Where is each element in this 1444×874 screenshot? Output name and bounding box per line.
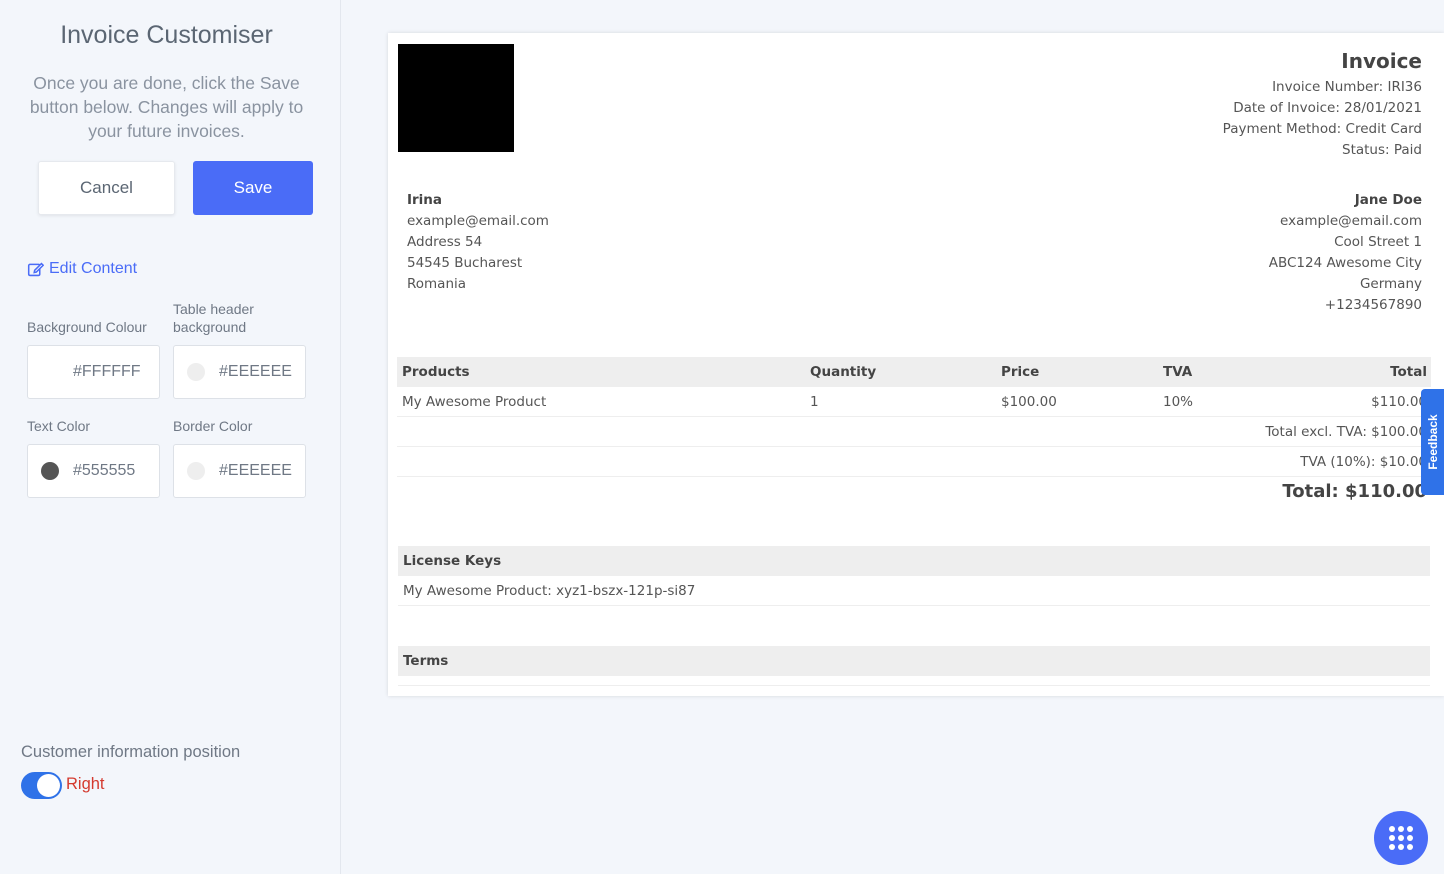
header-quantity: Quantity <box>810 364 877 380</box>
table-header-background-input[interactable]: #EEEEEE <box>173 345 306 399</box>
table-header-background-value: #EEEEEE <box>219 363 292 380</box>
edit-content-link[interactable]: Edit Content <box>27 260 137 278</box>
invoice-status: Status: Paid <box>1342 142 1422 158</box>
buyer-country: Germany <box>1359 276 1422 292</box>
header-total: Total <box>1390 364 1427 380</box>
products-table: Products Quantity Price TVA Total My Awe… <box>397 357 1431 505</box>
cell-quantity: 1 <box>810 393 819 410</box>
total-excl-tva: Total excl. TVA: $100.00 <box>397 417 1431 447</box>
buyer-city: ABC124 Awesome City <box>1268 255 1422 271</box>
table-row: My Awesome Product 1 $100.00 10% $110.00 <box>397 387 1431 417</box>
border-color-value: #EEEEEE <box>219 462 292 479</box>
background-colour-label: Background Colour <box>27 319 147 335</box>
background-colour-swatch <box>41 363 59 381</box>
seller-country: Romania <box>407 276 467 292</box>
sidebar-description: Once you are done, click the Save button… <box>29 73 304 141</box>
grid-dot <box>1398 835 1404 841</box>
cancel-button[interactable]: Cancel <box>38 161 175 215</box>
license-keys-section: License Keys My Awesome Product: xyz1-bs… <box>398 546 1430 606</box>
feedback-tab[interactable]: Feedback <box>1421 389 1444 495</box>
apps-grid-button[interactable] <box>1374 811 1428 865</box>
buyer-email: example@email.com <box>1280 213 1422 229</box>
payment-method: Payment Method: Credit Card <box>1222 121 1422 137</box>
tva-amount: TVA (10%): $10.00 <box>397 447 1431 477</box>
buyer-street: Cool Street 1 <box>1334 234 1422 250</box>
invoice-preview: Invoice Invoice Number: IRI36 Date of In… <box>388 33 1444 696</box>
customiser-sidebar: Invoice Customiser Once you are done, cl… <box>0 0 341 874</box>
grid-dot <box>1398 844 1404 850</box>
header-tva: TVA <box>1163 364 1193 380</box>
invoice-date: Date of Invoice: 28/01/2021 <box>1233 100 1422 116</box>
buyer-phone: +1234567890 <box>1324 297 1422 313</box>
buyer-info: Jane Doe example@email.com Cool Street 1… <box>1269 190 1422 316</box>
terms-body <box>398 676 1430 686</box>
background-colour-value: #FFFFFF <box>73 363 141 380</box>
text-color-input[interactable]: #555555 <box>27 444 160 498</box>
terms-section: Terms <box>398 646 1430 686</box>
seller-email: example@email.com <box>407 213 549 229</box>
save-button[interactable]: Save <box>193 161 313 215</box>
sidebar-title: Invoice Customiser <box>60 21 273 49</box>
customer-position-label: Customer information position <box>21 743 241 761</box>
border-color-label: Border Color <box>173 418 253 434</box>
grid-dot <box>1407 844 1413 850</box>
edit-icon <box>27 261 44 276</box>
border-color-swatch <box>187 462 205 480</box>
customer-position-toggle[interactable] <box>21 772 62 799</box>
invoice-title: Invoice <box>1341 49 1422 73</box>
cell-price: $100.00 <box>1001 393 1057 410</box>
seller-city: 54545 Bucharest <box>407 255 523 271</box>
border-color-input[interactable]: #EEEEEE <box>173 444 306 498</box>
table-header-row: Products Quantity Price TVA Total <box>397 357 1431 387</box>
customer-position-value: Right <box>66 775 105 793</box>
invoice-number: Invoice Number: IRI36 <box>1272 79 1422 95</box>
cell-total: $110.00 <box>1371 393 1427 410</box>
background-colour-input[interactable]: #FFFFFF <box>27 345 160 399</box>
terms-title: Terms <box>398 646 1430 676</box>
buyer-name: Jane Doe <box>1354 192 1422 208</box>
header-products: Products <box>402 364 470 380</box>
table-header-background-label: Table header background <box>173 301 254 335</box>
toggle-knob <box>37 774 60 797</box>
text-color-label: Text Color <box>27 418 91 434</box>
table-header-background-swatch <box>187 363 205 381</box>
edit-content-label: Edit Content <box>49 260 138 277</box>
grid-dot <box>1398 826 1404 832</box>
text-color-swatch <box>41 462 59 480</box>
cell-tva: 10% <box>1163 393 1194 410</box>
grid-dot <box>1389 835 1395 841</box>
text-color-value: #555555 <box>73 462 136 479</box>
grand-total: Total: $110.00 <box>1282 480 1427 502</box>
apps-grid-icon <box>1389 826 1395 832</box>
feedback-label: Feedback <box>1425 414 1440 470</box>
company-logo <box>398 44 514 152</box>
invoice-header: Invoice Invoice Number: IRI36 Date of In… <box>1223 49 1422 161</box>
seller-info: Irina example@email.com Address 54 54545… <box>407 190 549 295</box>
grid-dot <box>1407 835 1413 841</box>
header-price: Price <box>1001 364 1040 380</box>
cell-product: My Awesome Product <box>402 393 547 410</box>
seller-address: Address 54 <box>407 234 483 250</box>
grid-dot <box>1407 826 1413 832</box>
license-keys-title: License Keys <box>398 546 1430 576</box>
license-key-line: My Awesome Product: xyz1-bszx-121p-si87 <box>398 576 1430 606</box>
grid-dot <box>1389 844 1395 850</box>
seller-name: Irina <box>407 192 443 208</box>
